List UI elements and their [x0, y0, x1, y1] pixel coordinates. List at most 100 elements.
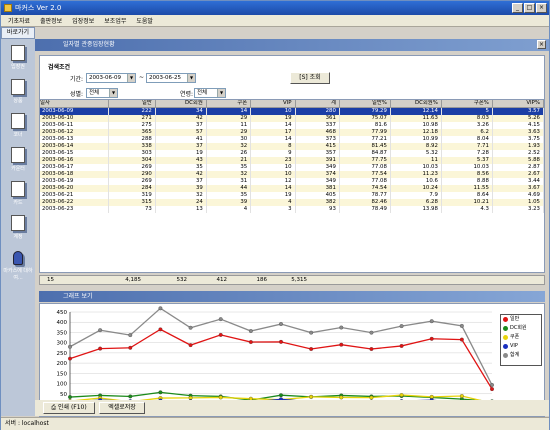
panel-close-button[interactable]: × — [537, 40, 546, 49]
date-to-field[interactable]: 2003-06-25 ▼ — [146, 73, 196, 83]
table-row[interactable]: 2003-06-14 338 37 32 8 415 81.45 8.92 7.71 1.93 — [40, 143, 544, 150]
data-point — [218, 317, 223, 322]
table-row[interactable]: 2003-06-15 303 19 26 9 357 84.87 5.32 7.28 2.52 — [40, 150, 544, 157]
sidebar-item-corner[interactable]: 코너 — [1, 113, 35, 138]
table-cell: 288 — [108, 136, 156, 143]
sidebar-item-card[interactable]: 카드 — [1, 181, 35, 206]
menu-item-aux[interactable]: 보조업무 — [99, 16, 131, 25]
column-header[interactable]: 쿠폰% — [441, 100, 493, 108]
menu-item-basic[interactable]: 기초자료 — [3, 16, 35, 25]
table-row[interactable]: 2003-06-21 319 32 35 19 405 78.77 7.9 8.64 4.69 — [40, 192, 544, 199]
search-button[interactable]: [S] 조회 — [290, 72, 330, 84]
chart-legend: 일반 DC회원 쿠폰 VIP 합계 — [500, 314, 542, 366]
table-cell: 81.6 — [339, 122, 391, 129]
document-icon — [11, 215, 25, 231]
table-row[interactable]: 2003-06-19 269 37 31 12 349 77.08 10.6 8.88 3.44 — [40, 178, 544, 185]
column-header[interactable]: DC회원 — [155, 100, 207, 108]
data-point — [128, 394, 133, 399]
table-row[interactable]: 2003-06-09 222 34 14 10 280 79.29 12.14 5 3.57 — [40, 107, 544, 115]
table-row[interactable]: 2003-06-10 271 42 29 19 361 75.07 11.63 8.03 5.26 — [40, 115, 544, 122]
menu-item-publish[interactable]: 출판정보 — [35, 16, 67, 25]
table-cell: 271 — [108, 115, 156, 122]
data-table[interactable]: 일자 일반 DC회원 쿠폰 VIP 계 일반% DC회원% 쿠폰% VIP% 2003-06-09… — [39, 99, 545, 273]
table-row[interactable]: 2003-06-22 315 24 39 4 382 82.46 6.28 10.21 1.05 — [40, 199, 544, 206]
table-row[interactable]: 2003-06-13 288 41 30 14 373 77.21 10.99 8.04 3.75 — [40, 136, 544, 143]
action-bar: ⎙ 인쇄 (F10) 엑셀로저장 — [35, 400, 549, 416]
column-header[interactable]: VIP — [250, 100, 296, 108]
table-cell: 75.07 — [339, 115, 391, 122]
table-cell: 2.52 — [492, 150, 544, 157]
period-label: 기간: — [70, 76, 84, 83]
column-header[interactable]: 일반 — [108, 100, 156, 108]
column-header[interactable]: VIP% — [492, 100, 544, 108]
table-cell: 13.98 — [390, 206, 442, 213]
table-cell: 3.75 — [492, 136, 544, 143]
y-tick-label: 50 — [60, 392, 67, 398]
table-cell: 3.63 — [492, 129, 544, 136]
column-header[interactable]: 쿠폰 — [206, 100, 252, 108]
table-cell: 2003-06-11 — [40, 122, 110, 129]
data-point — [218, 332, 223, 337]
data-point — [188, 325, 193, 330]
table-cell: 84.87 — [339, 150, 391, 157]
footer-general: 4,185 — [125, 277, 141, 283]
chevron-down-icon[interactable]: ▼ — [127, 74, 135, 82]
table-cell: 3.57 — [492, 107, 544, 115]
data-point — [279, 322, 283, 327]
printer-icon: ⎙ — [51, 404, 58, 411]
sidebar-item-counter[interactable]: 카운터 — [1, 147, 35, 172]
table-row[interactable]: 2003-06-23 73 13 4 3 93 78.49 13.98 4.3 3.23 — [40, 206, 544, 213]
table-cell: 8.92 — [390, 143, 442, 150]
document-icon — [11, 113, 25, 129]
table-cell: 93 — [295, 206, 340, 213]
chevron-down-icon[interactable]: ▼ — [109, 89, 117, 97]
table-cell: 10.99 — [390, 136, 442, 143]
chevron-down-icon[interactable]: ▼ — [217, 89, 225, 97]
data-point — [98, 346, 103, 351]
column-header[interactable]: 일반% — [339, 100, 391, 108]
date-from-field[interactable]: 2003-06-09 ▼ — [86, 73, 136, 83]
table-cell: 284 — [108, 185, 156, 192]
footer-dc: 532 — [176, 277, 188, 283]
table-cell: 44 — [206, 185, 252, 192]
excel-export-button[interactable]: 엑셀로저장 — [99, 402, 145, 414]
legend-item: VIP — [501, 342, 541, 351]
table-row[interactable]: 2003-06-20 284 39 44 14 381 74.54 10.24 11.55 3.6… — [40, 185, 544, 192]
sidebar-item-goods[interactable]: 상품 — [1, 79, 35, 104]
sidebar-item-ticket[interactable]: 입장권 — [1, 45, 35, 70]
table-cell: 29 — [206, 115, 252, 122]
menu-item-help[interactable]: 도움말 — [131, 16, 158, 25]
table-cell: 73 — [108, 206, 156, 213]
y-tick-label: 450 — [57, 310, 68, 316]
maximize-button[interactable]: □ — [524, 3, 535, 13]
table-cell: 415 — [295, 143, 340, 150]
table-cell: 26 — [206, 150, 252, 157]
column-header[interactable]: 계 — [295, 100, 340, 108]
title-bar: 마커스 Ver 2.0 _ □ × — [1, 1, 549, 15]
sidebar-item-about[interactable]: 마카스에 대하여... — [1, 251, 35, 281]
table-row[interactable]: 2003-06-12 365 57 29 17 468 77.99 12.18 6.2 3.63 — [40, 129, 544, 136]
gender-select[interactable]: 전체 ▼ — [86, 88, 118, 98]
table-cell: 275 — [108, 122, 156, 129]
age-select[interactable]: 전체 ▼ — [194, 88, 226, 98]
table-cell: 222 — [108, 107, 156, 115]
table-row[interactable]: 2003-06-17 269 35 35 10 349 77.08 10.03 10.03 2.8… — [40, 164, 544, 171]
table-row[interactable]: 2003-06-11 275 37 11 14 337 81.6 10.98 3.26 4.15 — [40, 122, 544, 129]
table-cell: 13 — [155, 206, 207, 213]
print-button[interactable]: ⎙ 인쇄 (F10) — [43, 402, 95, 414]
menu-item-admission[interactable]: 입장정보 — [67, 16, 99, 25]
table-cell: 2003-06-13 — [40, 136, 110, 143]
table-cell: 10.03 — [441, 164, 493, 171]
column-header[interactable]: 일자 — [40, 100, 110, 108]
table-row[interactable]: 2003-06-18 290 42 32 10 374 77.54 11.23 8.56 2.67 — [40, 171, 544, 178]
table-cell: 337 — [295, 122, 340, 129]
table-cell: 19 — [250, 115, 296, 122]
data-point — [369, 395, 374, 400]
chevron-down-icon[interactable]: ▼ — [187, 74, 195, 82]
sidebar-item-account[interactable]: 계정 — [1, 215, 35, 240]
table-cell: 11.23 — [390, 171, 442, 178]
minimize-button[interactable]: _ — [512, 3, 523, 13]
close-button[interactable]: × — [536, 3, 547, 13]
table-row[interactable]: 2003-06-16 304 43 21 23 391 77.75 11 5.37 5.88 — [40, 157, 544, 164]
column-header[interactable]: DC회원% — [390, 100, 442, 108]
